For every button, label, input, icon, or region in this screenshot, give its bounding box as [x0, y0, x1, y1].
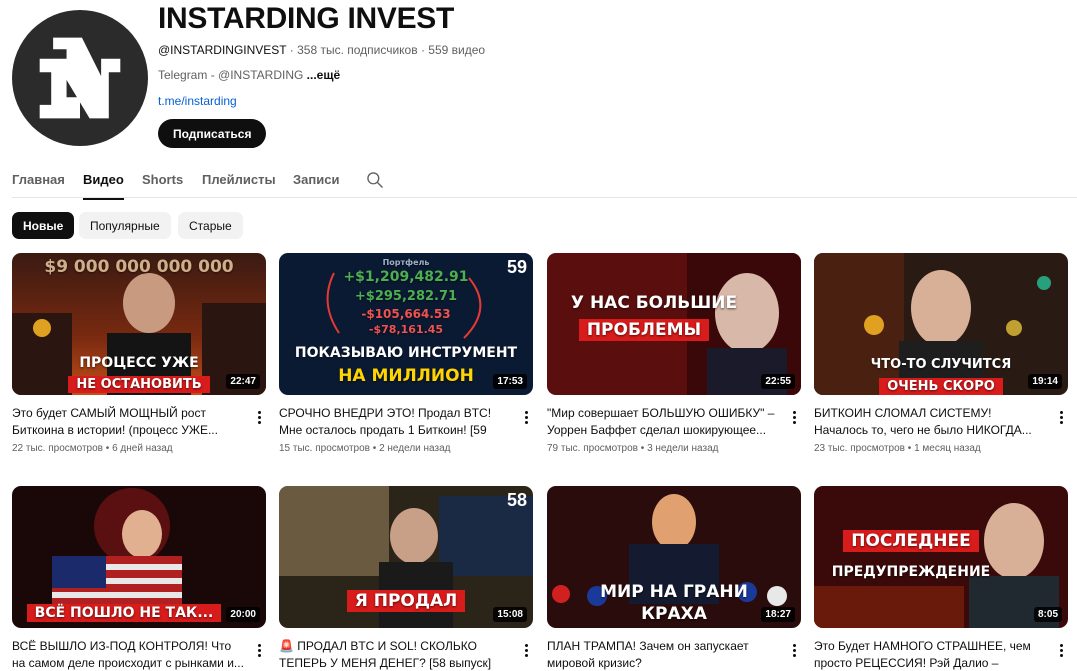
video-duration: 15:08 [493, 607, 527, 622]
chip-popular[interactable]: Популярные [79, 212, 171, 239]
video-duration: 22:47 [226, 374, 260, 389]
thumbnail-caption: МИР НА ГРАНИ [600, 582, 748, 602]
channel-stats: · 358 тыс. подписчиков · 559 видео [289, 43, 486, 57]
thumbnail-caption: ПОСЛЕДНЕЕ [814, 530, 1068, 552]
video-card[interactable]: ВСЁ ПОШЛО НЕ ТАК... 20:00 ВСЁ ВЫШЛО ИЗ-П… [12, 486, 266, 671]
thumbnail-caption: ПРОЦЕСС УЖЕ [79, 355, 199, 371]
channel-link[interactable]: t.me/instarding [158, 94, 237, 108]
video-card[interactable]: Я ПРОДАЛ 58 15:08 🚨 ПРОДАЛ BTC И SOL! СК… [279, 486, 533, 671]
channel-name: INSTARDING INVEST [158, 2, 455, 35]
video-thumbnail[interactable]: ВСЁ ПОШЛО НЕ ТАК... 20:00 [12, 486, 266, 628]
thumbnail-caption: У НАС БОЛЬШИЕ [570, 293, 738, 313]
video-card[interactable]: МИР НА ГРАНИ КРАХА 18:27 ПЛАН ТРАМПА! За… [547, 486, 801, 671]
more-actions-icon[interactable] [519, 640, 533, 660]
episode-number: 58 [506, 490, 527, 510]
more-actions-icon[interactable] [519, 407, 533, 427]
video-title[interactable]: БИТКОИН СЛОМАЛ СИСТЕМУ! Началось то, чег… [814, 405, 1046, 439]
more-actions-icon[interactable] [787, 407, 801, 427]
tab-shorts[interactable]: Shorts [142, 172, 183, 198]
thumbnail-caption: ПОКАЗЫВАЮ ИНСТРУМЕНТ [294, 345, 518, 361]
video-thumbnail[interactable]: Я ПРОДАЛ 58 15:08 [279, 486, 533, 628]
channel-description-text: Telegram - @INSTARDING [158, 68, 304, 82]
video-duration: 18:27 [761, 607, 795, 622]
video-card[interactable]: $9 000 000 000 000 ПРОЦЕСС УЖЕ НЕ ОСТАНО… [12, 253, 266, 454]
tab-home[interactable]: Главная [12, 172, 65, 198]
video-duration: 17:53 [493, 374, 527, 389]
tab-playlists[interactable]: Плейлисты [202, 172, 276, 198]
subscribe-button[interactable]: Подписаться [158, 119, 267, 148]
video-meta: 15 тыс. просмотров • 2 недели назад [279, 443, 451, 454]
tab-posts[interactable]: Записи [293, 172, 339, 198]
video-duration: 22:55 [761, 374, 795, 389]
thumbnail-caption-2: ПРЕДУПРЕЖДЕНИЕ [831, 564, 991, 580]
video-title[interactable]: ВСЁ ВЫШЛО ИЗ-ПОД КОНТРОЛЯ! Что на самом … [12, 638, 244, 671]
video-duration: 8:05 [1033, 607, 1062, 622]
more-actions-icon[interactable] [252, 640, 266, 660]
video-duration: 20:00 [226, 607, 260, 622]
channel-logo-icon [39, 37, 121, 119]
thumbnail-image [814, 486, 1068, 628]
chip-old[interactable]: Старые [178, 212, 243, 239]
channel-description[interactable]: Telegram - @INSTARDING ...ещё [158, 68, 340, 82]
video-thumbnail[interactable]: $9 000 000 000 000 ПРОЦЕСС УЖЕ НЕ ОСТАНО… [12, 253, 266, 395]
video-thumbnail[interactable]: ПОСЛЕДНЕЕ ПРЕДУПРЕЖДЕНИЕ 8:05 [814, 486, 1068, 628]
thumbnail-caption: ЧТО-ТО СЛУЧИТСЯ [870, 357, 1012, 372]
video-meta: 79 тыс. просмотров • 3 недели назад [547, 443, 719, 454]
channel-avatar[interactable] [12, 10, 148, 146]
chip-new[interactable]: Новые [12, 212, 75, 239]
video-duration: 19:14 [1028, 374, 1062, 389]
portfolio-value-4: -$78,161.45 [368, 323, 444, 336]
video-card[interactable]: Портфель +$1,209,482.91 +$295,282.71 -$1… [279, 253, 533, 454]
portfolio-value-3: -$105,664.53 [361, 307, 451, 321]
more-actions-icon[interactable] [787, 640, 801, 660]
more-actions-icon[interactable] [252, 407, 266, 427]
video-title[interactable]: Это будет САМЫЙ МОЩНЫЙ рост Биткоина в и… [12, 405, 244, 439]
channel-handle: @INSTARDINGINVEST [158, 43, 287, 57]
video-thumbnail[interactable]: Портфель +$1,209,482.91 +$295,282.71 -$1… [279, 253, 533, 395]
video-card[interactable]: ЧТО-ТО СЛУЧИТСЯ ОЧЕНЬ СКОРО 19:14 БИТКОИ… [814, 253, 1068, 454]
search-icon[interactable] [365, 170, 385, 190]
video-thumbnail[interactable]: МИР НА ГРАНИ КРАХА 18:27 [547, 486, 801, 628]
video-meta: 23 тыс. просмотров • 1 месяц назад [814, 443, 981, 454]
tab-videos[interactable]: Видео [83, 172, 124, 200]
portfolio-value-1: +$1,209,482.91 [343, 269, 469, 285]
video-card[interactable]: У НАС БОЛЬШИЕ ПРОБЛЕМЫ 22:55 "Мир соверш… [547, 253, 801, 454]
thumbnail-headline: $9 000 000 000 000 [44, 257, 234, 277]
episode-number: 59 [506, 257, 527, 277]
more-actions-icon[interactable] [1054, 407, 1068, 427]
channel-tabs: Главная Видео Shorts Плейлисты Записи [12, 160, 1077, 200]
video-title[interactable]: "Мир совершает БОЛЬШУЮ ОШИБКУ" – Уоррен … [547, 405, 779, 439]
video-thumbnail[interactable]: У НАС БОЛЬШИЕ ПРОБЛЕМЫ 22:55 [547, 253, 801, 395]
more-actions-icon[interactable] [1054, 640, 1068, 660]
video-meta: 22 тыс. просмотров • 6 дней назад [12, 443, 173, 454]
channel-meta: @INSTARDINGINVEST · 358 тыс. подписчиков… [158, 43, 485, 57]
video-title[interactable]: 🚨 ПРОДАЛ BTC И SOL! СКОЛЬКО ТЕПЕРЬ У МЕН… [279, 638, 511, 671]
video-card[interactable]: ПОСЛЕДНЕЕ ПРЕДУПРЕЖДЕНИЕ 8:05 Это Будет … [814, 486, 1068, 671]
video-thumbnail[interactable]: ЧТО-ТО СЛУЧИТСЯ ОЧЕНЬ СКОРО 19:14 [814, 253, 1068, 395]
more-link[interactable]: ...ещё [307, 68, 340, 82]
video-title[interactable]: Это Будет НАМНОГО СТРАШНЕЕ, чем просто Р… [814, 638, 1046, 671]
portfolio-label: Портфель [382, 258, 430, 267]
thumbnail-caption-2: ПРОБЛЕМЫ [547, 319, 801, 341]
portfolio-value-2: +$295,282.71 [354, 289, 458, 304]
video-title[interactable]: СРОЧНО ВНЕДРИ ЭТО! Продал BTC! Мне остал… [279, 405, 511, 439]
video-title[interactable]: ПЛАН ТРАМПА! Зачем он запускает мировой … [547, 638, 779, 671]
